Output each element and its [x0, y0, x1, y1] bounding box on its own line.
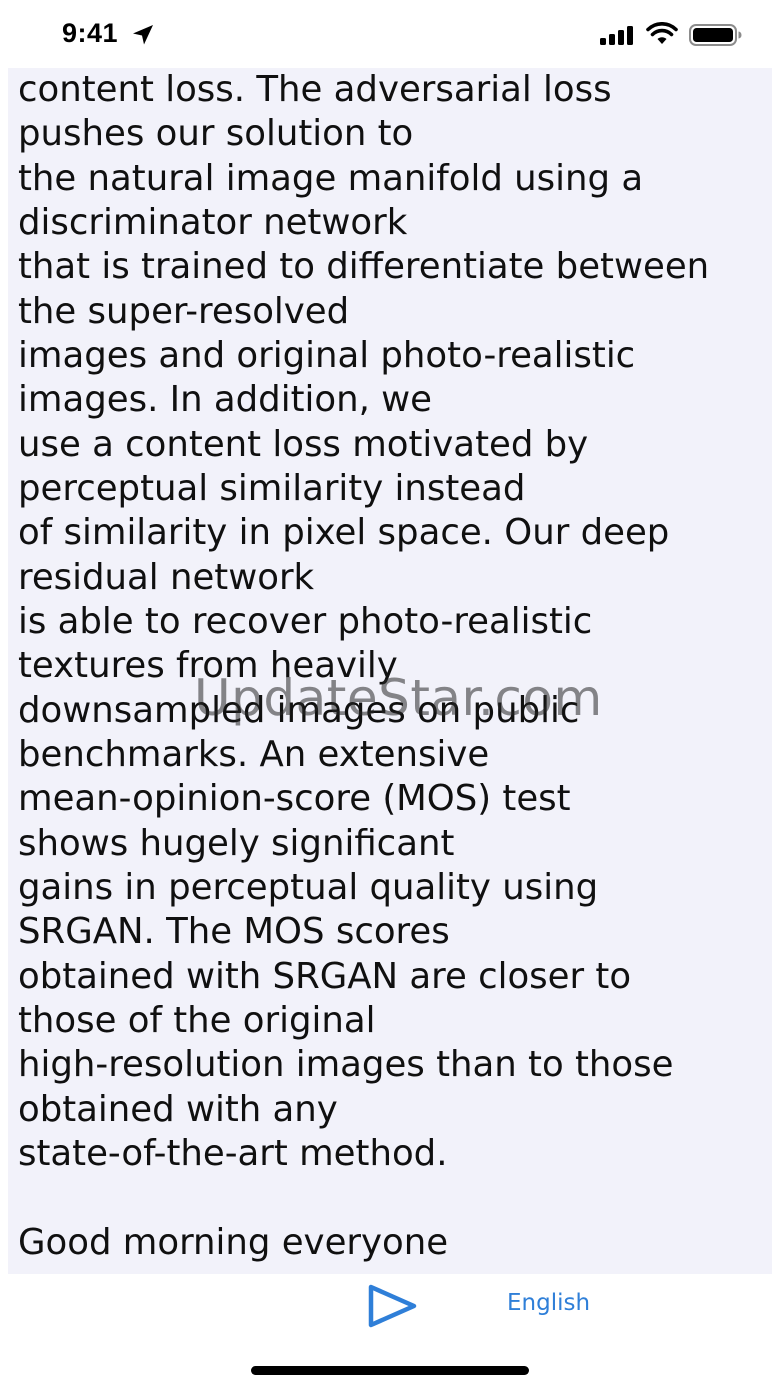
text-line: textures from heavily [18, 645, 398, 687]
transcript-text-area[interactable]: content loss. The adversarial loss pushe… [8, 68, 772, 1274]
location-arrow-icon [133, 25, 153, 45]
text-line: mean-opinion-score (MOS) test [18, 778, 571, 820]
text-line: Good morning everyone [18, 1221, 449, 1263]
text-line: images and original photo-realistic [18, 334, 636, 376]
battery-icon [689, 24, 742, 46]
transcript-text: content loss. The adversarial loss pushe… [18, 68, 768, 1265]
text-line: the natural image manifold using a [18, 157, 644, 199]
language-button[interactable]: English [507, 1290, 590, 1316]
status-bar: 9:41 [0, 0, 780, 68]
text-line: pushes our solution to [18, 113, 414, 155]
home-indicator[interactable] [251, 1366, 529, 1375]
status-time: 9:41 [62, 18, 119, 48]
text-line: high-resolution images than to those [18, 1044, 674, 1086]
text-line: of similarity in pixel space. Our deep [18, 512, 670, 554]
text-line: obtained with SRGAN are closer to [18, 955, 632, 997]
text-line: images. In addition, we [18, 379, 433, 421]
wifi-icon [646, 22, 678, 44]
text-line: is able to recover photo-realistic [18, 600, 593, 642]
text-line: discriminator network [18, 201, 408, 243]
text-line: obtained with any [18, 1088, 338, 1130]
text-line: residual network [18, 556, 315, 598]
text-line: perceptual similarity instead [18, 467, 526, 509]
text-line: that is trained to differentiate between [18, 246, 710, 288]
cellular-signal-icon [600, 26, 633, 45]
text-line: benchmarks. An extensive [18, 733, 490, 775]
text-line: shows hugely significant [18, 822, 455, 864]
text-line: SRGAN. The MOS scores [18, 911, 450, 953]
text-line: gains in perceptual quality using [18, 866, 599, 908]
play-icon[interactable] [364, 1282, 420, 1330]
text-line: downsampled images on public [18, 689, 580, 731]
text-line: those of the original [18, 999, 376, 1041]
text-line: content loss. The adversarial loss [18, 69, 612, 110]
text-line: the super-resolved [18, 290, 350, 332]
text-line: state-of-the-art method. [18, 1132, 448, 1174]
text-line: use a content loss motivated by [18, 423, 589, 465]
